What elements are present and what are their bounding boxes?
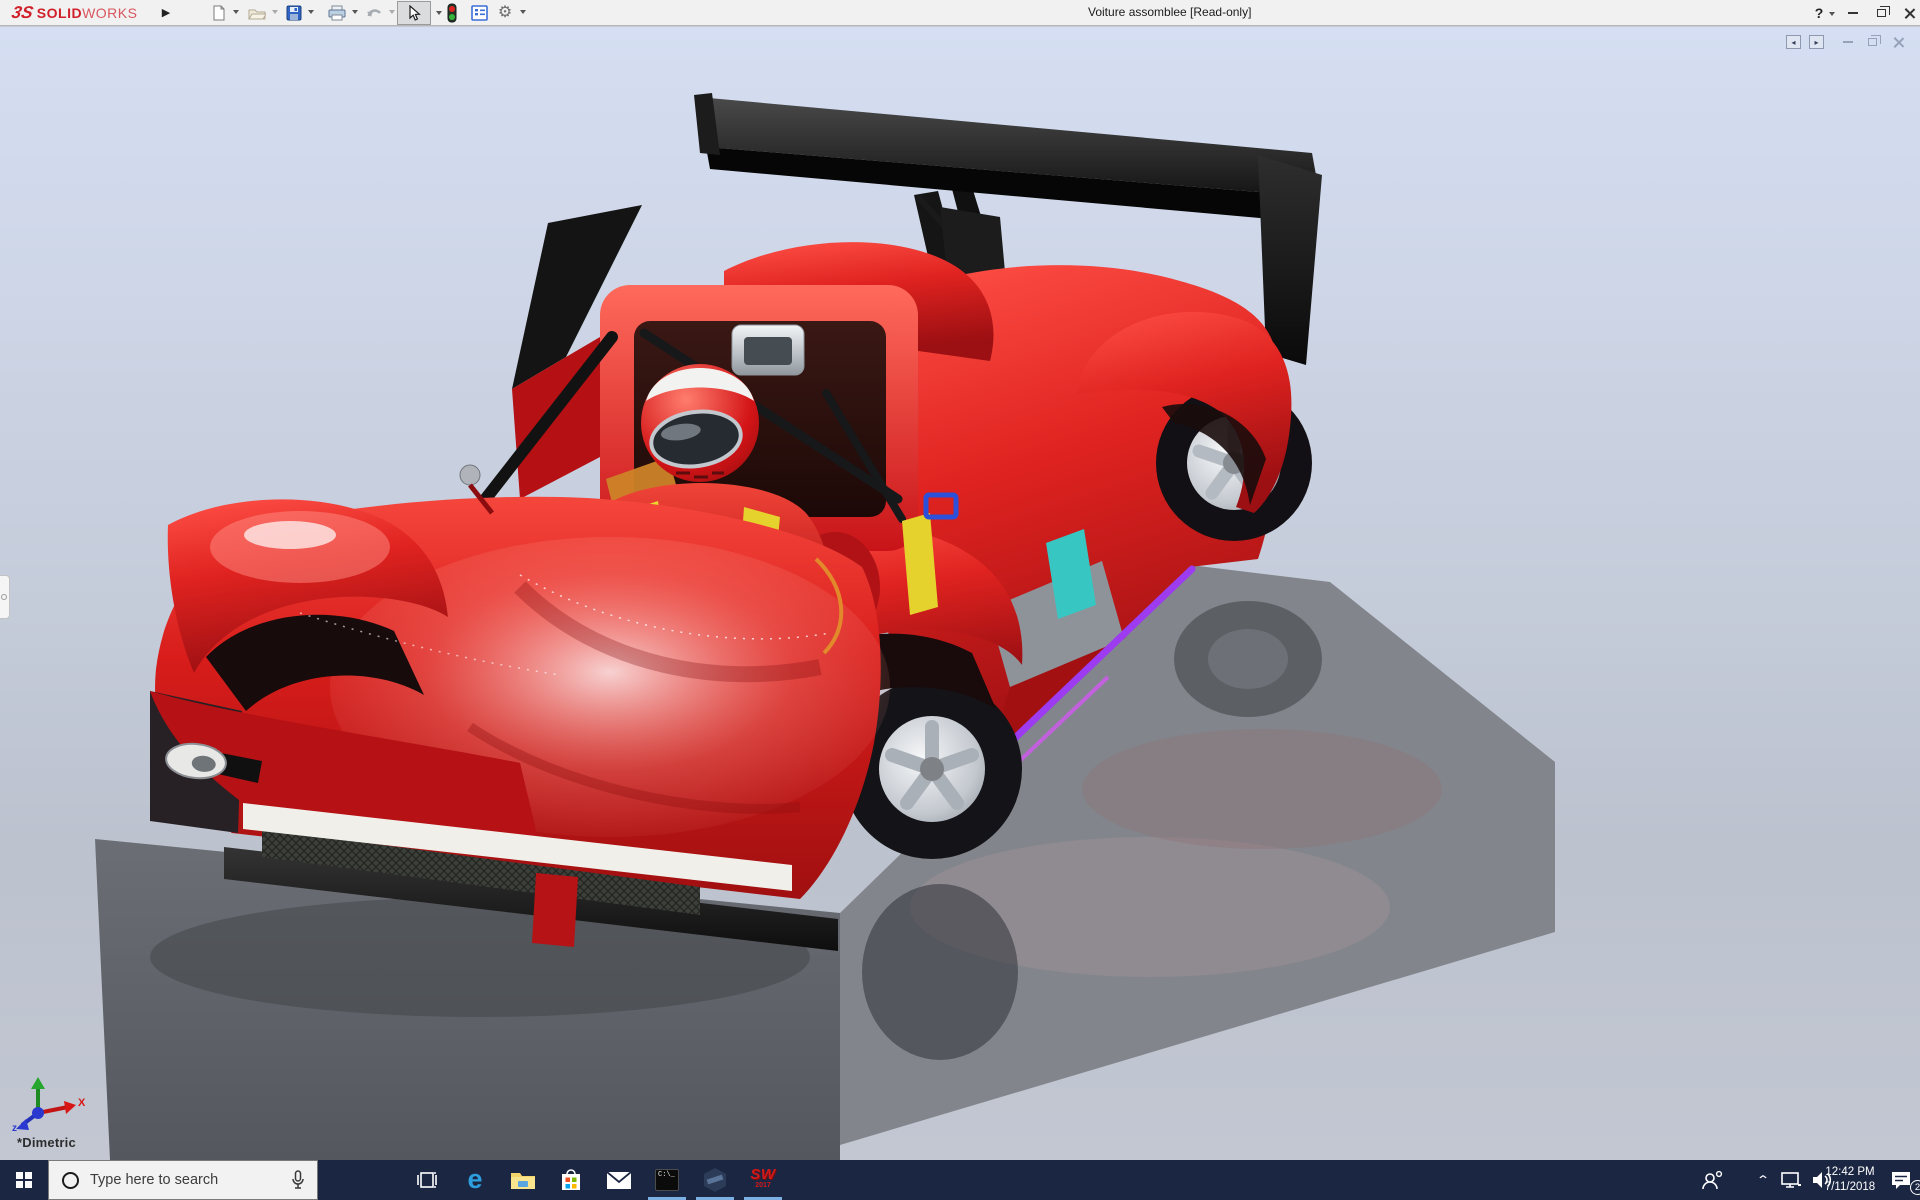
reference-triad: X z: [12, 1077, 92, 1139]
taskbar-file-explorer[interactable]: [499, 1160, 547, 1200]
gear-icon: ⚙: [497, 4, 513, 21]
help-caret[interactable]: [1829, 12, 1835, 16]
search-input[interactable]: [88, 1171, 291, 1189]
taskbar-solidworks[interactable]: SW 2017: [739, 1160, 787, 1200]
store-icon: [562, 1169, 580, 1190]
print-icon: [328, 5, 346, 21]
notification-badge: 2: [1910, 1180, 1920, 1195]
help-icon: ?: [1814, 5, 1824, 21]
options-caret[interactable]: [520, 10, 526, 14]
edge-icon: e: [467, 1163, 483, 1194]
doc-minimize-button[interactable]: [1838, 34, 1858, 50]
network-button[interactable]: [1776, 1160, 1806, 1200]
solidworks-2017-icon: SW 2017: [750, 1166, 776, 1189]
start-button[interactable]: [0, 1160, 48, 1200]
doc-restore-icon: [1867, 35, 1881, 46]
action-center-button[interactable]: 2: [1884, 1160, 1920, 1200]
restore-button[interactable]: [1866, 0, 1896, 26]
new-document-caret[interactable]: [233, 10, 239, 14]
pane-arrow-left-icon: ◂: [1786, 35, 1801, 49]
side-mirror: [459, 464, 481, 486]
doc-close-button[interactable]: [1888, 34, 1908, 50]
new-document-button[interactable]: [208, 3, 230, 23]
close-button[interactable]: [1894, 0, 1920, 26]
tray-time: 12:42 PM: [1825, 1166, 1875, 1178]
task-view-button[interactable]: [403, 1160, 451, 1200]
taskbar-mail[interactable]: [595, 1160, 643, 1200]
command-prompt-icon: C:\_: [655, 1169, 679, 1191]
brand-solid: SOLID: [36, 5, 83, 21]
save-icon: [286, 5, 302, 21]
new-document-icon: [213, 5, 225, 21]
triad-x-label: X: [78, 1097, 86, 1109]
print-caret[interactable]: [352, 10, 358, 14]
tray-clock[interactable]: 12:42 PM 7/11/2018: [1818, 1165, 1882, 1195]
open-icon: [248, 9, 266, 20]
undo-button[interactable]: [363, 3, 385, 23]
tray-date: 7/11/2018: [1824, 1181, 1876, 1193]
task-view-icon: [417, 1172, 437, 1188]
taskbar-search[interactable]: [48, 1160, 318, 1200]
select-cursor-icon: [409, 5, 421, 21]
pane-right-button[interactable]: ▸: [1808, 34, 1825, 50]
chevron-up-icon: ⌃: [1755, 1173, 1771, 1187]
pane-left-button[interactable]: ◂: [1785, 34, 1802, 50]
model-voiture-canvas[interactable]: [0, 27, 1920, 1160]
mail-icon: [606, 1170, 632, 1189]
title-bar: 3S SOLID WORKS ▶ ⚙ Voiture assomblee [Re…: [0, 0, 1920, 26]
close-icon: [1904, 8, 1915, 19]
dassault-3s-icon: 3S: [10, 3, 35, 22]
taskbar-command-prompt[interactable]: C:\_: [643, 1160, 691, 1200]
pane-arrow-right-icon: ▸: [1809, 35, 1824, 49]
menu-flyout-arrow-icon[interactable]: ▶: [158, 3, 174, 23]
properties-list-icon: [470, 5, 488, 21]
triad-z-label: z: [12, 1123, 17, 1134]
cortana-icon: [62, 1171, 79, 1189]
taskbar-store[interactable]: [547, 1160, 595, 1200]
minimize-icon: [1848, 12, 1858, 14]
feature-manager-collapsed-tab[interactable]: [0, 575, 10, 619]
select-tool-button[interactable]: [397, 1, 431, 25]
taskbar-edrawings[interactable]: [691, 1160, 739, 1200]
view-orientation-label: *Dimetric: [17, 1135, 76, 1150]
network-icon: [1781, 1171, 1801, 1188]
tray-overflow-button[interactable]: ⌃: [1750, 1160, 1776, 1200]
microphone-icon[interactable]: [291, 1170, 305, 1190]
undo-caret[interactable]: [389, 10, 395, 14]
doc-minimize-icon: [1843, 41, 1853, 43]
action-center-icon: [1892, 1172, 1910, 1189]
save-caret[interactable]: [308, 10, 314, 14]
brand-works: WORKS: [82, 5, 138, 21]
people-button[interactable]: [1694, 1160, 1730, 1200]
options-button[interactable]: ⚙: [494, 3, 516, 23]
open-button[interactable]: [246, 3, 268, 23]
window-title: Voiture assomblee [Read-only]: [1088, 5, 1252, 19]
feature-properties-button[interactable]: [468, 3, 490, 23]
undo-icon: [367, 9, 382, 17]
windows-taskbar: e C:\_: [0, 1160, 1920, 1200]
taskbar-edge[interactable]: e: [451, 1160, 499, 1200]
doc-restore-button[interactable]: [1862, 34, 1882, 50]
graphics-area[interactable]: ◂ ▸ X z *Dimetric: [0, 27, 1920, 1160]
people-icon: [1702, 1170, 1723, 1190]
hexagon-app-icon: [703, 1168, 727, 1192]
minimize-button[interactable]: [1838, 0, 1868, 26]
restore-icon: [1876, 6, 1890, 17]
driver-helmet[interactable]: [641, 364, 759, 482]
windows-logo-icon: [16, 1172, 32, 1188]
traffic-light-icon: [447, 3, 457, 23]
print-button[interactable]: [326, 3, 348, 23]
doc-close-icon: [1893, 37, 1904, 48]
interference-detection-button[interactable]: [441, 3, 463, 23]
save-button[interactable]: [283, 3, 305, 23]
solidworks-logo: 3S SOLID WORKS: [10, 2, 138, 24]
tab-handle-icon: [1, 594, 7, 600]
file-explorer-icon: [511, 1173, 535, 1189]
solidworks-window: 3S SOLID WORKS ▶ ⚙ Voiture assomblee [Re…: [0, 0, 1920, 1200]
open-caret[interactable]: [272, 10, 278, 14]
